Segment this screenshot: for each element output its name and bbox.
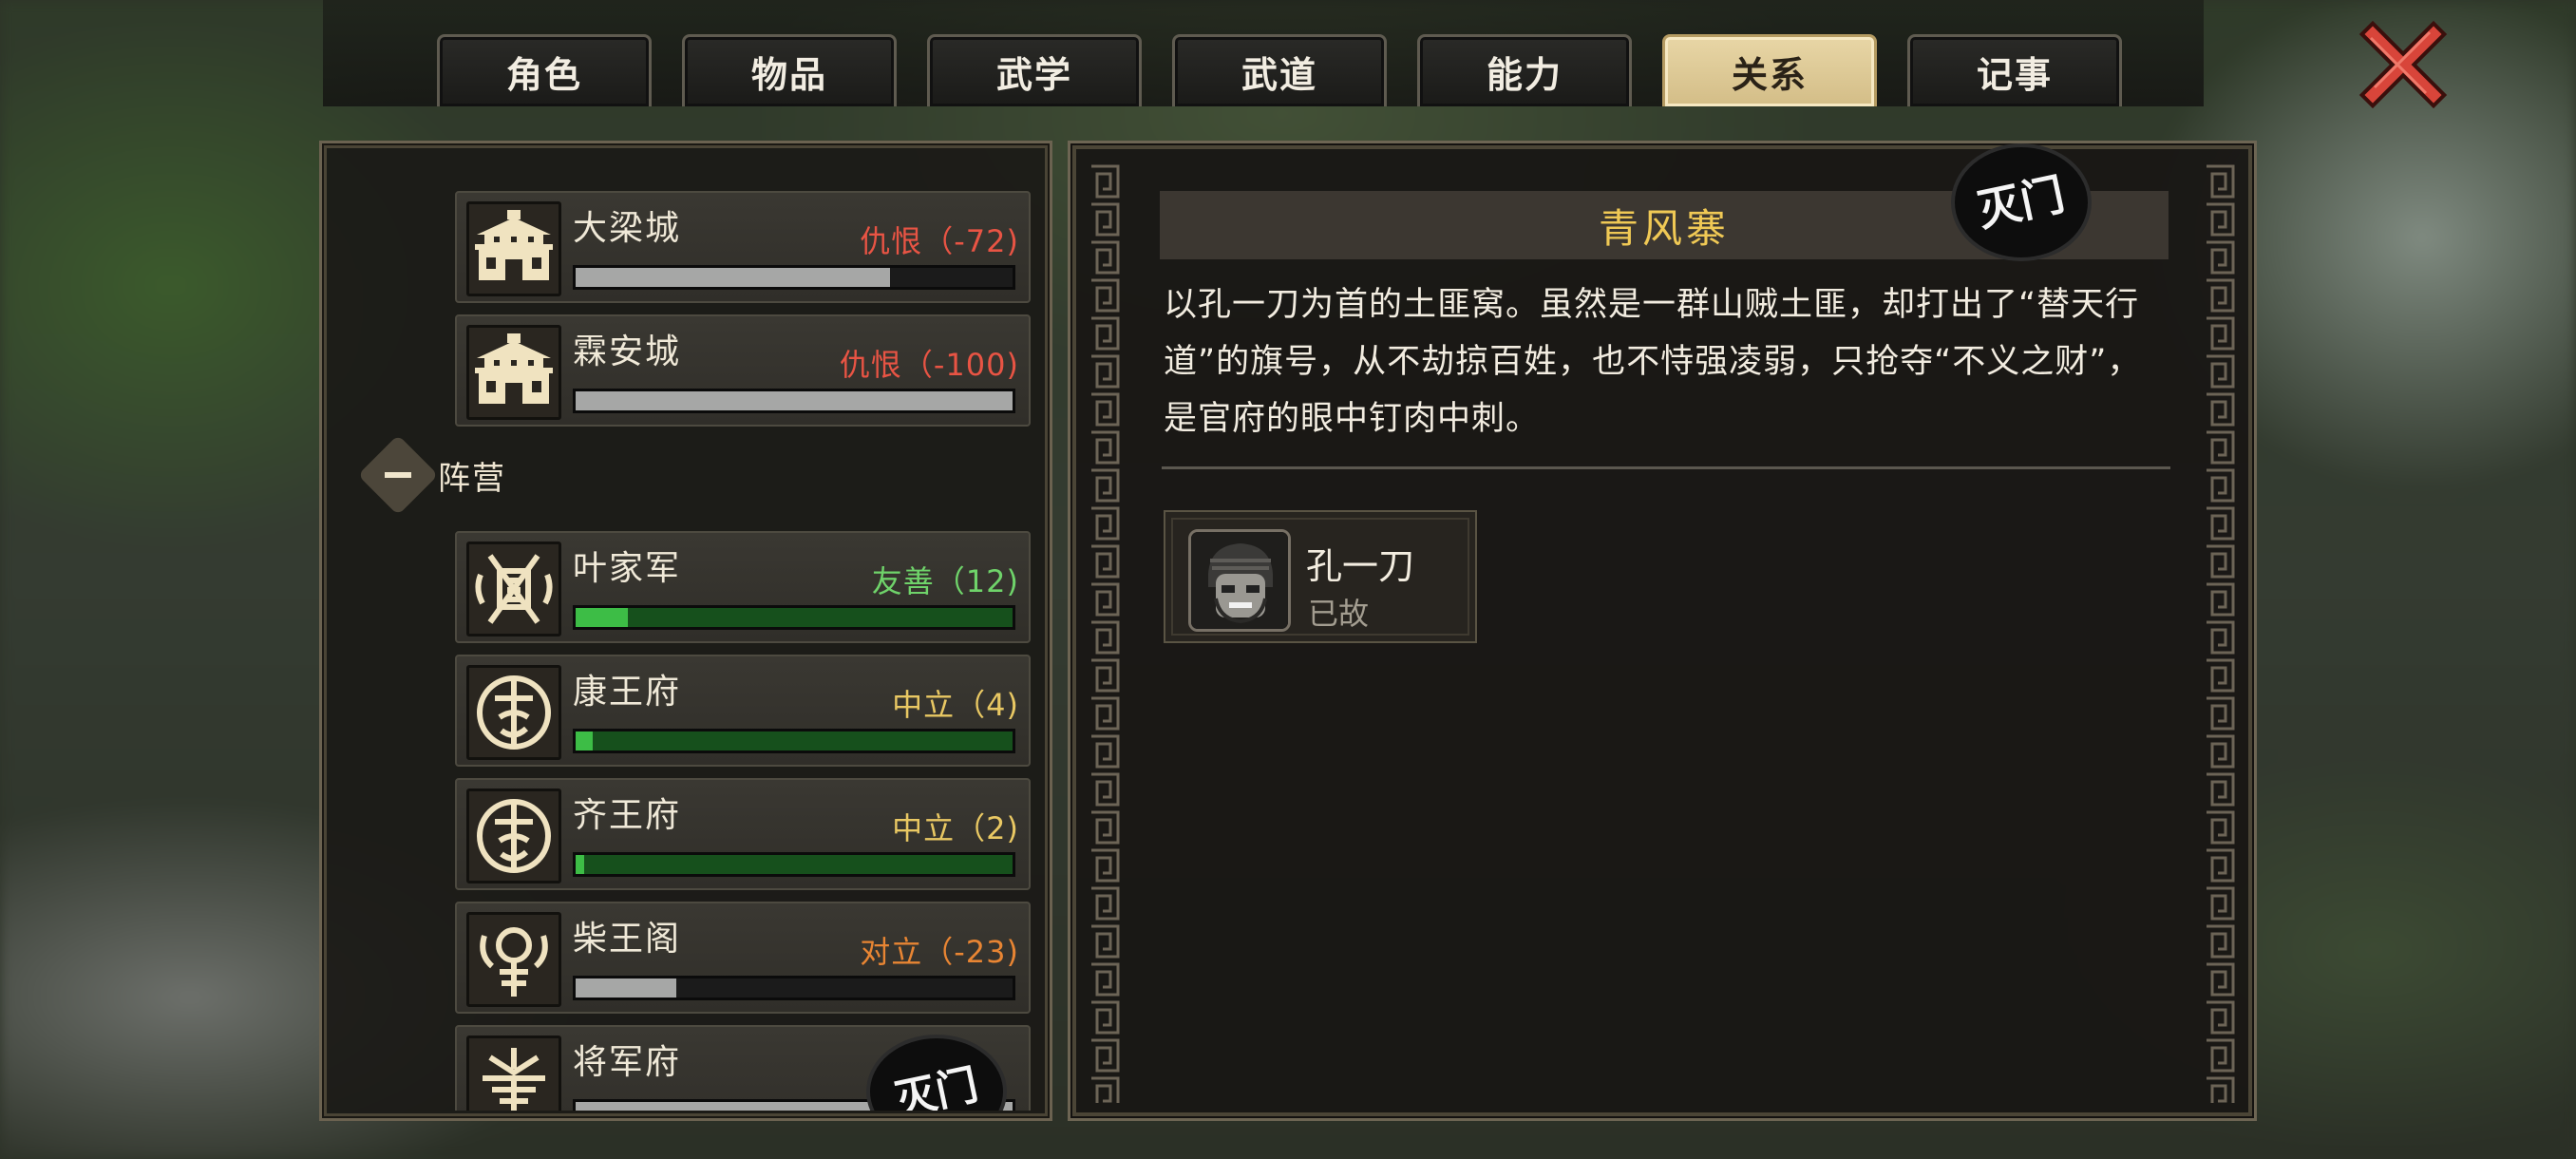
faction-status: 中立（2) — [892, 810, 1019, 846]
avatar — [1188, 529, 1291, 632]
member-status: 已故 — [1308, 596, 1370, 632]
city-gate-icon — [466, 201, 561, 296]
tab-items[interactable]: 物品 — [682, 34, 897, 106]
faction-name: 叶家军 — [573, 549, 682, 588]
pavilion-crest-icon — [466, 912, 561, 1007]
reputation-bar-fill — [576, 391, 1013, 410]
faction-status: 仇恨（-72) — [860, 223, 1019, 259]
reputation-bar — [573, 389, 1015, 413]
faction-row[interactable]: 霖安城 仇恨（-100) — [455, 314, 1031, 427]
general-crest-icon — [466, 1036, 561, 1111]
collapse-minus-icon[interactable] — [357, 434, 439, 516]
faction-detail-panel: 青风寨 灭门 以孔一刀为首的土匪窝。虽然是一群山贼土匪，却打出了“替天行道”的旗… — [1068, 141, 2257, 1121]
faction-description: 以孔一刀为首的土匪窝。虽然是一群山贼土匪，却打出了“替天行道”的旗号，从不劫掠百… — [1164, 286, 2142, 438]
member-card[interactable]: 孔一刀 已故 — [1164, 510, 1477, 643]
faction-row[interactable]: 齐王府 中立（2) — [455, 778, 1031, 890]
faction-status: 友善（12) — [871, 563, 1019, 599]
faction-row[interactable]: 叶家军 友善（12) — [455, 531, 1031, 643]
tab-character[interactable]: 角色 — [437, 34, 652, 106]
reputation-bar — [573, 265, 1015, 290]
meander-border-left — [1088, 162, 1122, 1103]
tab-martial-arts[interactable]: 武学 — [927, 34, 1142, 106]
reputation-bar-fill — [576, 608, 629, 627]
reputation-bar — [573, 976, 1015, 1000]
faction-status: 对立（-23) — [860, 934, 1019, 970]
tab-relations[interactable]: 关系 — [1662, 34, 1877, 106]
faction-name: 大梁城 — [573, 209, 682, 248]
close-button[interactable] — [2358, 19, 2449, 110]
tab-journal[interactable]: 记事 — [1907, 34, 2122, 106]
city-gate-icon — [466, 325, 561, 420]
close-icon — [2358, 20, 2448, 109]
faction-name: 齐王府 — [573, 796, 682, 835]
faction-name: 柴王阁 — [573, 920, 682, 959]
faction-row[interactable]: 将军府 灭门 — [455, 1025, 1031, 1111]
prince-seal-icon — [466, 788, 561, 884]
faction-name: 康王府 — [573, 673, 682, 712]
prince-seal-icon — [466, 665, 561, 760]
destroyed-stamp-icon: 灭门 — [1951, 143, 2092, 261]
reputation-bar-fill — [576, 268, 891, 287]
destroyed-stamp-icon: 灭门 — [866, 1035, 1007, 1111]
faction-status: 仇恨（-100) — [839, 347, 1019, 383]
reputation-bar — [573, 852, 1015, 877]
meander-border-right — [2203, 162, 2237, 1103]
bandit-portrait-icon — [1191, 532, 1288, 629]
tab-martial-way[interactable]: 武道 — [1172, 34, 1387, 106]
reputation-bar — [573, 605, 1015, 630]
reputation-bar-fill — [576, 978, 676, 998]
tab-bar: 角色 物品 武学 武道 能力 关系 记事 — [437, 34, 2152, 106]
faction-title: 青风寨 — [1598, 204, 1730, 252]
reputation-bar-fill — [576, 855, 585, 874]
reputation-bar — [573, 729, 1015, 753]
faction-group-header[interactable]: 阵营 — [357, 434, 506, 516]
faction-list-panel[interactable]: 大梁城 仇恨（-72) 霖安城 仇恨（-100) 阵营 叶家军 友善（12) 康… — [319, 141, 1052, 1121]
divider — [1162, 466, 2170, 469]
tab-abilities[interactable]: 能力 — [1417, 34, 1632, 106]
faction-row[interactable]: 柴王阁 对立（-23) — [455, 902, 1031, 1014]
faction-row[interactable]: 大梁城 仇恨（-72) — [455, 191, 1031, 303]
reputation-bar-fill — [576, 732, 594, 750]
faction-name: 将军府 — [573, 1043, 682, 1082]
faction-status: 中立（4) — [892, 687, 1019, 723]
faction-name: 霖安城 — [573, 332, 682, 371]
member-name: 孔一刀 — [1306, 545, 1415, 587]
faction-row[interactable]: 康王府 中立（4) — [455, 655, 1031, 767]
faction-group-label: 阵营 — [438, 459, 506, 498]
army-crest-icon — [466, 542, 561, 636]
faction-list-scroll[interactable]: 大梁城 仇恨（-72) 霖安城 仇恨（-100) 阵营 叶家军 友善（12) 康… — [322, 161, 1055, 1111]
